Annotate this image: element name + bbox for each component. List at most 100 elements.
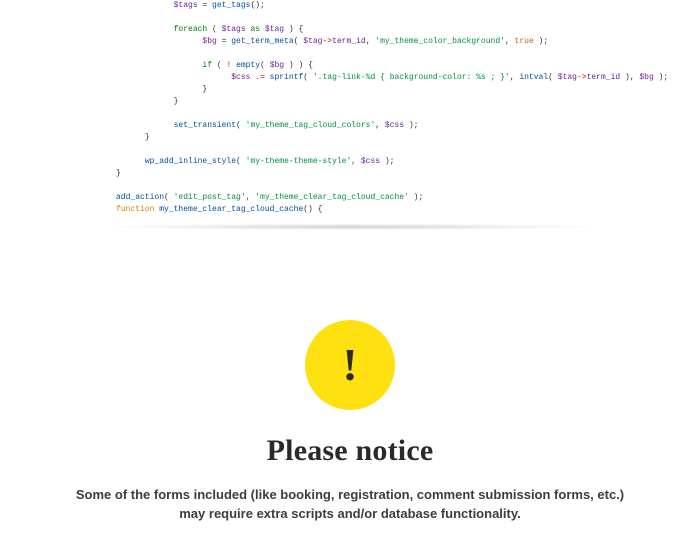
code-token: my_theme_clear_tag_cloud_cache bbox=[159, 205, 303, 214]
code-token: $bg bbox=[202, 37, 216, 46]
code-token: ( bbox=[164, 193, 174, 202]
code-token: ) { bbox=[284, 25, 303, 34]
code-token bbox=[116, 145, 121, 154]
notice-body: Some of the forms included (like booking… bbox=[30, 486, 670, 524]
code-token: 'edit_post_tag' bbox=[174, 193, 246, 202]
code-token: '.tag-link-%d { background-color: %s ; }… bbox=[313, 73, 510, 82]
code-token: = bbox=[217, 37, 231, 46]
code-line: $css .= sprintf( '.tag-link-%d { backgro… bbox=[116, 72, 584, 84]
code-line: } bbox=[116, 84, 584, 96]
code-token bbox=[116, 49, 121, 58]
code-token: function bbox=[116, 205, 154, 214]
code-line bbox=[116, 12, 584, 24]
code-token: $bg bbox=[270, 61, 284, 70]
code-token: $tag bbox=[303, 37, 322, 46]
code-token: } bbox=[174, 97, 179, 106]
code-token: ( bbox=[294, 37, 304, 46]
card-drop-shadow bbox=[110, 224, 590, 230]
notice-body-line1: Some of the forms included (like booking… bbox=[76, 487, 624, 502]
code-token: ( bbox=[207, 25, 221, 34]
code-line: $tags = get_tags(); bbox=[116, 0, 584, 12]
code-token: if bbox=[202, 61, 212, 70]
code-token: } bbox=[202, 85, 207, 94]
code-line: set_transient( 'my_theme_tag_cloud_color… bbox=[116, 120, 584, 132]
code-token: term_id bbox=[332, 37, 366, 46]
code-token: as bbox=[250, 25, 260, 34]
code-block: $tags = get_tags(); foreach ( $tags as $… bbox=[110, 0, 590, 216]
code-token: } bbox=[116, 169, 121, 178]
code-token: ); bbox=[380, 157, 394, 166]
notice-title: Please notice bbox=[0, 434, 700, 468]
code-token: } bbox=[145, 133, 150, 142]
code-token: 'my_theme_clear_tag_cloud_cache' bbox=[255, 193, 409, 202]
code-token: .= bbox=[255, 73, 265, 82]
code-token: intval bbox=[519, 73, 548, 82]
code-token: $css bbox=[361, 157, 380, 166]
code-token: ( bbox=[303, 73, 313, 82]
code-token: () { bbox=[303, 205, 322, 214]
code-token: , bbox=[366, 37, 376, 46]
code-token bbox=[116, 13, 121, 22]
code-token: true bbox=[515, 37, 534, 46]
notice-body-line2: may require extra scripts and/or databas… bbox=[179, 506, 520, 521]
code-token: wp_add_inline_style bbox=[145, 157, 236, 166]
code-token bbox=[116, 109, 121, 118]
code-line bbox=[116, 144, 584, 156]
code-line: } bbox=[116, 132, 584, 144]
code-line: $bg = get_term_meta( $tag->term_id, 'my_… bbox=[116, 36, 584, 48]
code-token: get_tags bbox=[212, 1, 250, 10]
code-token: ); bbox=[654, 73, 668, 82]
code-token: get_term_meta bbox=[231, 37, 293, 46]
code-snippet-card: $tags = get_tags(); foreach ( $tags as $… bbox=[110, 0, 590, 230]
code-token: ); bbox=[534, 37, 548, 46]
code-token: $tags bbox=[174, 1, 198, 10]
code-token: -> bbox=[577, 73, 587, 82]
code-token: ( bbox=[260, 61, 270, 70]
code-line: if ( ! empty( $bg ) ) { bbox=[116, 60, 584, 72]
code-token: ( bbox=[212, 61, 226, 70]
code-token: , bbox=[505, 37, 515, 46]
code-token: ); bbox=[409, 193, 423, 202]
code-token: , bbox=[510, 73, 520, 82]
code-token: ); bbox=[404, 121, 418, 130]
code-line: function my_theme_clear_tag_cloud_cache(… bbox=[116, 204, 584, 216]
code-token: , bbox=[375, 121, 385, 130]
code-token: = bbox=[198, 1, 212, 10]
code-token: 'my_theme_tag_cloud_colors' bbox=[246, 121, 376, 130]
code-token: ) ) { bbox=[284, 61, 313, 70]
code-token: ( bbox=[236, 157, 246, 166]
code-token: $css bbox=[231, 73, 250, 82]
warning-icon: ! bbox=[305, 320, 395, 410]
code-token: term_id bbox=[587, 73, 621, 82]
code-token: ( bbox=[236, 121, 246, 130]
code-line: wp_add_inline_style( 'my-theme-theme-sty… bbox=[116, 156, 584, 168]
code-token: (); bbox=[250, 1, 264, 10]
code-token: $tag bbox=[265, 25, 284, 34]
code-token: 'my_theme_color_background' bbox=[375, 37, 505, 46]
code-line: } bbox=[116, 96, 584, 108]
code-token: $tags bbox=[222, 25, 246, 34]
code-token: empty bbox=[236, 61, 260, 70]
code-line bbox=[116, 48, 584, 60]
code-token bbox=[116, 181, 121, 190]
notice-section: ! Please notice Some of the forms includ… bbox=[0, 320, 700, 524]
code-line bbox=[116, 180, 584, 192]
code-token: $bg bbox=[639, 73, 653, 82]
code-token: $css bbox=[385, 121, 404, 130]
code-token: ( bbox=[548, 73, 558, 82]
code-token: set_transient bbox=[174, 121, 236, 130]
code-token: ), bbox=[620, 73, 639, 82]
code-token: -> bbox=[322, 37, 332, 46]
code-token: , bbox=[351, 157, 361, 166]
code-line: add_action( 'edit_post_tag', 'my_theme_c… bbox=[116, 192, 584, 204]
code-line: foreach ( $tags as $tag ) { bbox=[116, 24, 584, 36]
code-token: 'my-theme-theme-style' bbox=[246, 157, 352, 166]
code-line bbox=[116, 108, 584, 120]
code-token: add_action bbox=[116, 193, 164, 202]
code-token: , bbox=[246, 193, 256, 202]
code-token: $tag bbox=[558, 73, 577, 82]
code-token: sprintf bbox=[270, 73, 304, 82]
warning-icon-glyph: ! bbox=[342, 342, 357, 388]
code-token: foreach bbox=[174, 25, 208, 34]
code-line: } bbox=[116, 168, 584, 180]
